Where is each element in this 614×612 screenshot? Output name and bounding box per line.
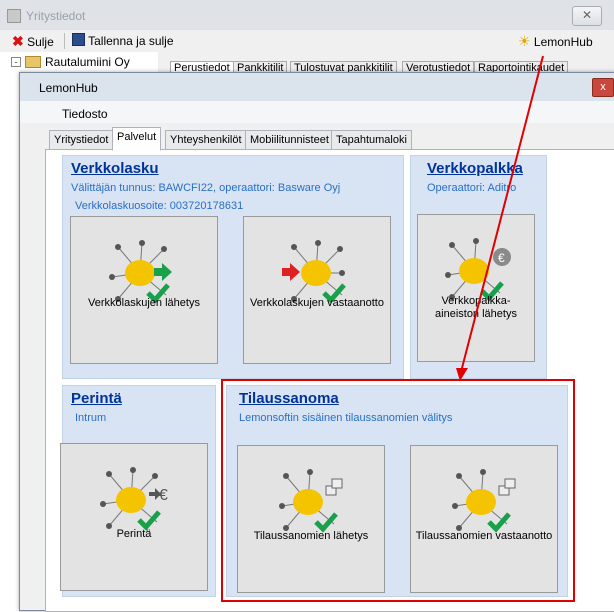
close-toolbar-label: Sulje xyxy=(27,35,54,49)
tile-verkkolaskujen-vastaanotto-label: Verkkolaskujen vastaanotto xyxy=(250,297,384,309)
svg-text:€: € xyxy=(159,487,168,504)
dialog-menubar xyxy=(20,101,614,123)
save-close-toolbar-label: Tallenna ja sulje xyxy=(88,34,174,48)
verkkolasku-operator-text: Välittäjän tunnus: BAWCFI22, operaattori… xyxy=(71,182,341,194)
dialog-title: LemonHub xyxy=(39,81,98,95)
tab-mobiilitunnisteet[interactable]: Mobiilitunnisteet xyxy=(245,130,334,151)
background-window-titlebar xyxy=(0,0,614,31)
verkkolasku-title[interactable]: Verkkolasku xyxy=(71,160,159,177)
dialog-titlebar xyxy=(20,73,614,101)
background-window-title: Yritystiedot xyxy=(26,9,86,23)
dialog-close-button[interactable]: x xyxy=(592,78,614,97)
tile-verkkopalkka-aineiston-lahetys[interactable]: € Verkkopalkka-aineiston lähetys xyxy=(417,214,535,362)
annotation-highlight-box xyxy=(221,379,575,602)
tab-yhteyshenkilot[interactable]: Yhteyshenkilöt xyxy=(165,130,247,151)
verkkopalkka-operator-text: Operaattori: Aditro xyxy=(427,182,517,194)
tab-tapahtumaloki[interactable]: Tapahtumaloki xyxy=(331,130,412,151)
tree-root-label[interactable]: Rautalumiini Oy xyxy=(45,55,130,69)
sun-icon: ☀ xyxy=(518,33,531,49)
lemonhub-toolbar-label: LemonHub xyxy=(533,35,593,49)
folder-icon xyxy=(25,56,41,68)
svg-text:€: € xyxy=(498,251,505,265)
toolbar-divider xyxy=(64,33,65,49)
floppy-disk-icon xyxy=(72,33,85,46)
red-x-icon: ✖ xyxy=(12,33,24,49)
tile-perinta[interactable]: € Perintä xyxy=(60,443,208,591)
tree-expander[interactable]: - xyxy=(11,57,21,67)
tab-yritystiedot[interactable]: Yritystiedot xyxy=(49,130,114,151)
tile-perinta-label: Perintä xyxy=(116,528,152,540)
menu-file[interactable]: Tiedosto xyxy=(62,107,108,121)
lemonhub-toolbar-button[interactable]: ☀ LemonHub xyxy=(518,32,593,50)
tile-verkkolaskujen-vastaanotto[interactable]: Verkkolaskujen vastaanotto xyxy=(243,216,391,364)
tile-verkkolaskujen-lahetys-label: Verkkolaskujen lähetys xyxy=(88,297,200,309)
tab-palvelut[interactable]: Palvelut xyxy=(112,127,162,151)
collection-icon: € xyxy=(100,467,168,531)
perinta-title[interactable]: Perintä xyxy=(71,390,122,407)
save-close-toolbar-button[interactable]: Tallenna ja sulje xyxy=(72,32,174,50)
verkkolasku-address-text: Verkkolaskuosoite: 003720178631 xyxy=(75,200,244,212)
perinta-operator-text: Intrum xyxy=(75,412,107,424)
tile-verkkolaskujen-lahetys[interactable]: Verkkolaskujen lähetys xyxy=(70,216,218,364)
verkkopalkka-title[interactable]: Verkkopalkka xyxy=(427,160,523,177)
tile-verkkopalkka-label: Verkkopalkka-aineiston lähetys xyxy=(435,295,517,320)
window-icon xyxy=(7,9,21,23)
background-close-button[interactable]: ✕ xyxy=(572,6,602,26)
close-toolbar-button[interactable]: ✖ Sulje xyxy=(12,32,54,50)
